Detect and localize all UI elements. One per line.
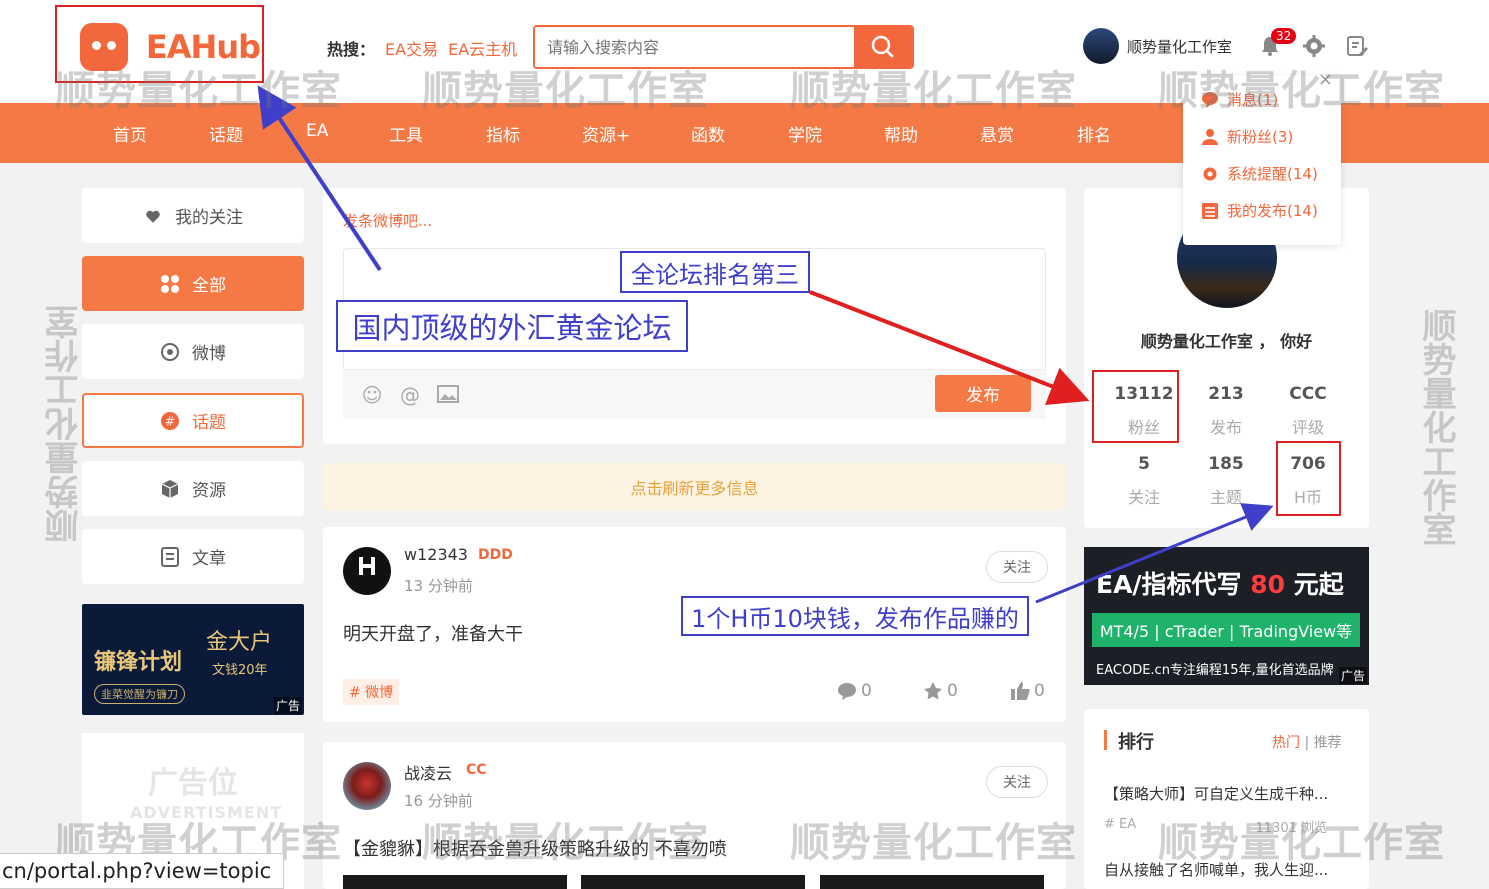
watermark: 顺势量化工作室 — [422, 68, 709, 114]
annotation-arrows — [257, 85, 1274, 604]
arrow-to-hcoin — [1035, 503, 1274, 604]
watermark: 顺势量化工作室 — [1158, 820, 1445, 866]
watermark: 顺势量化工作室 — [1416, 308, 1456, 546]
arrow-to-logo — [257, 85, 382, 272]
watermark: 顺势量化工作室 — [790, 820, 1077, 866]
watermark: 顺势量化工作室 — [422, 820, 709, 866]
watermark: 顺势量化工作室 — [55, 68, 342, 114]
watermark: 顺势量化工作室 — [45, 305, 85, 543]
watermark: 顺势量化工作室 — [790, 68, 1077, 114]
annotation-top-forum: 国内顶级的外汇黄金论坛 — [336, 300, 688, 352]
annotation-hcoin: 1个H币10块钱，发布作品赚的 — [681, 596, 1029, 636]
arrow-to-fans — [809, 290, 1090, 406]
annotation-rank-third: 全论坛排名第三 — [620, 251, 810, 293]
status-bar-url: cn/portal.php?view=topic — [0, 853, 285, 889]
watermark: 顺势量化工作室 — [1158, 68, 1445, 114]
